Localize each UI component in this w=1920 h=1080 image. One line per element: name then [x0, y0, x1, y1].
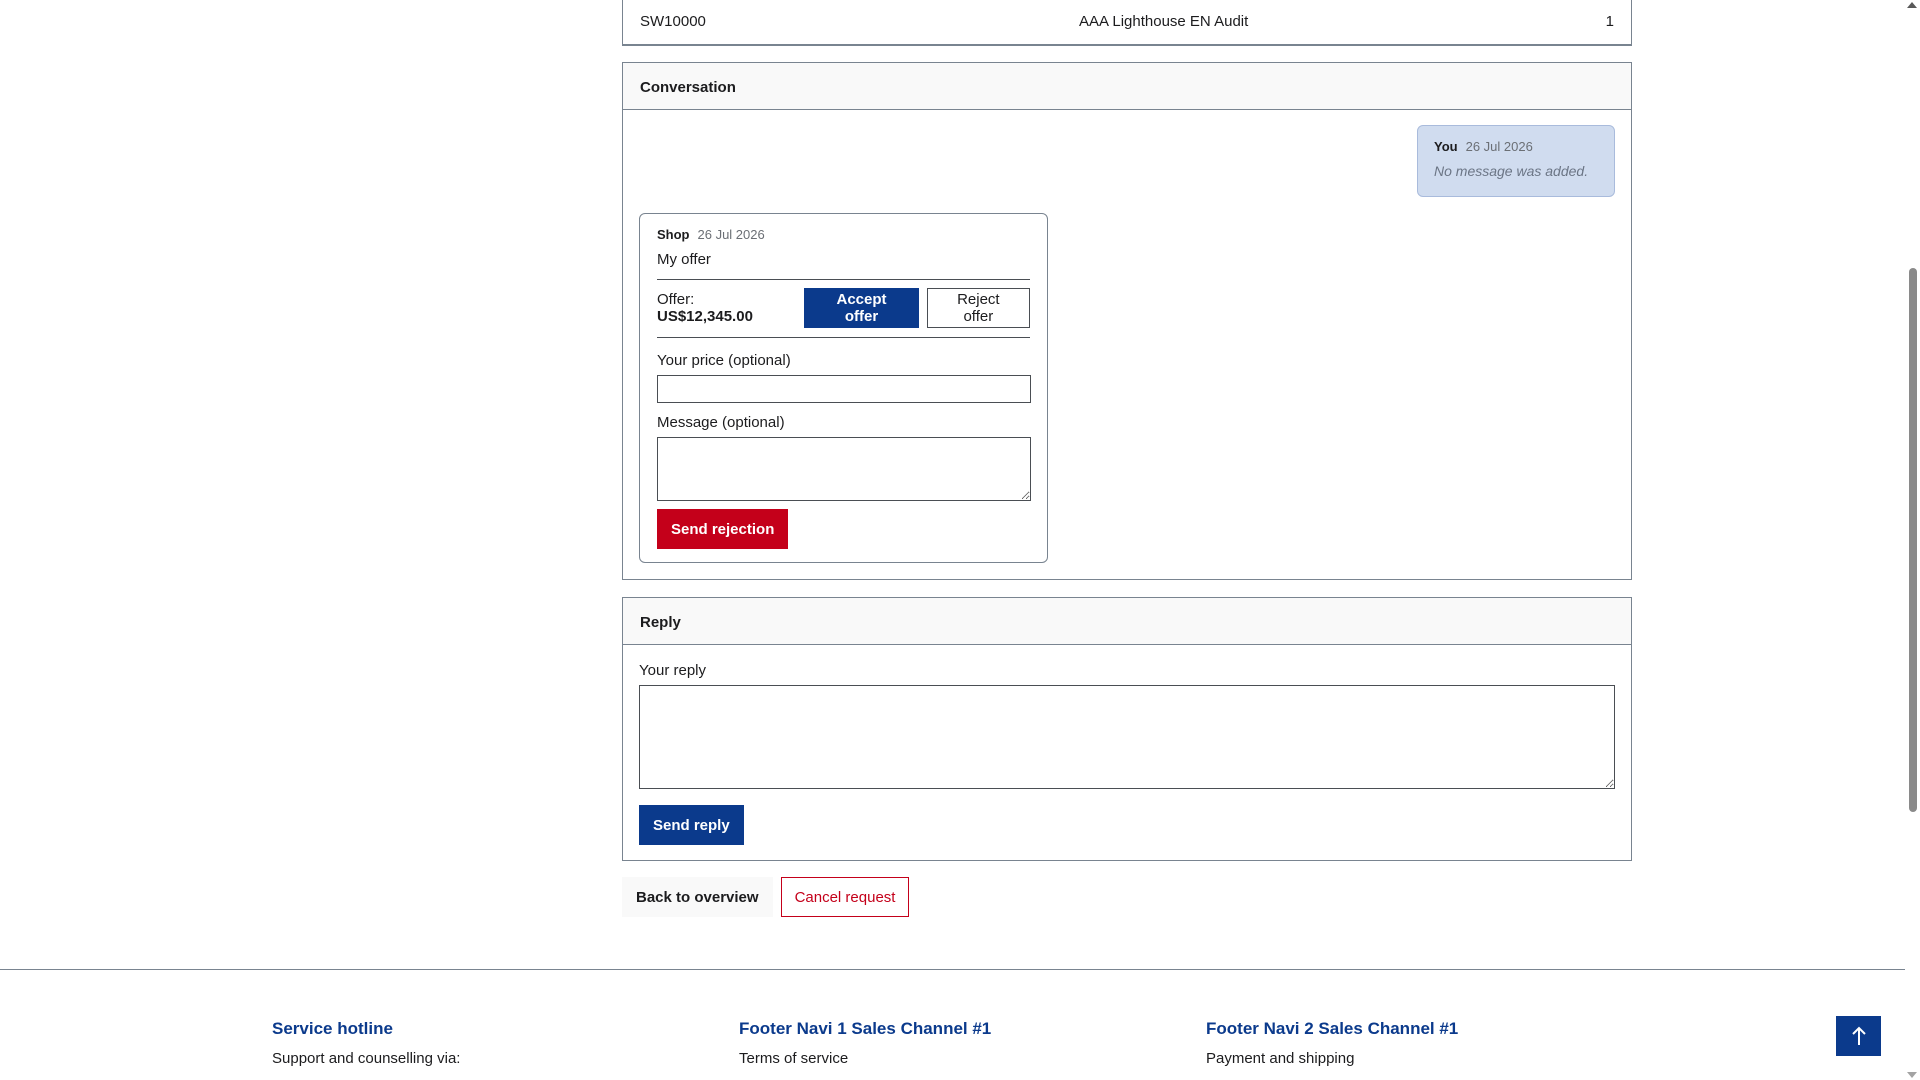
- arrow-up-icon: [1851, 1026, 1866, 1045]
- footer-link-payment[interactable]: Payment and shipping: [1206, 1050, 1458, 1067]
- footer-column-navi-2: Footer Navi 2 Sales Channel #1 Payment a…: [1206, 1019, 1458, 1067]
- footer-link-terms[interactable]: Terms of service: [739, 1050, 991, 1067]
- footer-column-navi-1: Footer Navi 1 Sales Channel #1 Terms of …: [739, 1019, 991, 1067]
- send-rejection-button[interactable]: Send rejection: [657, 509, 789, 549]
- reply-textarea[interactable]: [639, 685, 1615, 789]
- message-date: 26 Jul 2026: [1465, 139, 1533, 154]
- reply-label: Your reply: [639, 662, 706, 679]
- message-author: Shop: [657, 227, 690, 242]
- price-label: Your price (optional): [657, 352, 791, 369]
- footer-text: Support and counselling via:: [272, 1050, 461, 1067]
- footer-column-service: Service hotline Support and counselling …: [272, 1019, 460, 1067]
- scrollbar-thumb[interactable]: [1909, 268, 1917, 812]
- message-textarea[interactable]: [657, 437, 1031, 501]
- request-actions: Back to overview Cancel request: [622, 877, 910, 917]
- line-item-name: AAA Lighthouse EN Audit: [1079, 13, 1249, 30]
- cancel-request-button[interactable]: Cancel request: [780, 877, 910, 917]
- offer-value: US$12,345.00: [657, 308, 753, 325]
- message-text: No message was added.: [1434, 163, 1589, 179]
- divider: [657, 279, 1030, 280]
- page: SW10000 AAA Lighthouse EN Audit 1 Conver…: [0, 0, 1920, 1080]
- send-reply-button[interactable]: Send reply: [639, 805, 744, 845]
- reply-title: Reply: [623, 598, 1631, 645]
- shop-message-meta: Shop 26 Jul 2026: [657, 227, 1030, 242]
- line-item-quantity: 1: [1605, 13, 1614, 30]
- reject-offer-button[interactable]: Reject offer: [926, 288, 1030, 328]
- message-label: Message (optional): [657, 414, 785, 431]
- footer-divider: [0, 969, 1905, 970]
- conversation-title: Conversation: [623, 63, 1631, 110]
- footer-title: Service hotline: [272, 1019, 393, 1038]
- scroll-up-arrow-icon[interactable]: [1907, 2, 1917, 8]
- footer-title: Footer Navi 2 Sales Channel #1: [1206, 1019, 1459, 1038]
- message-author: You: [1434, 139, 1458, 154]
- accept-offer-button[interactable]: Accept offer: [804, 288, 919, 328]
- scroll-to-top-button[interactable]: [1836, 1016, 1881, 1056]
- line-item-number: SW10000: [640, 13, 706, 30]
- reply-card: Reply Your reply Send reply: [622, 597, 1632, 861]
- footer-title: Footer Navi 1 Sales Channel #1: [739, 1019, 992, 1038]
- line-item-row: SW10000 AAA Lighthouse EN Audit 1: [622, 0, 1632, 46]
- page-scrollbar[interactable]: [1905, 0, 1920, 1080]
- message-date: 26 Jul 2026: [697, 227, 765, 242]
- offer-row: Offer: US$12,345.00 Accept offer Reject …: [657, 288, 1030, 328]
- shop-message-title: My offer: [657, 251, 711, 268]
- conversation-card: Conversation You 26 Jul 2026 No message w…: [622, 62, 1632, 580]
- your-message-meta: You 26 Jul 2026: [1434, 139, 1598, 154]
- offer-label: Offer:: [657, 291, 695, 308]
- divider: [657, 337, 1030, 338]
- your-message-bubble: You 26 Jul 2026 No message was added.: [1417, 125, 1615, 197]
- offer-amount: Offer: US$12,345.00: [657, 291, 792, 325]
- shop-message-bubble: Shop 26 Jul 2026 My offer Offer: US$12,34…: [639, 213, 1048, 563]
- reply-body: Your reply Send reply: [623, 645, 1631, 862]
- back-to-overview-button[interactable]: Back to overview: [622, 877, 773, 917]
- price-input[interactable]: [657, 375, 1031, 403]
- scroll-down-arrow-icon[interactable]: [1907, 1072, 1917, 1078]
